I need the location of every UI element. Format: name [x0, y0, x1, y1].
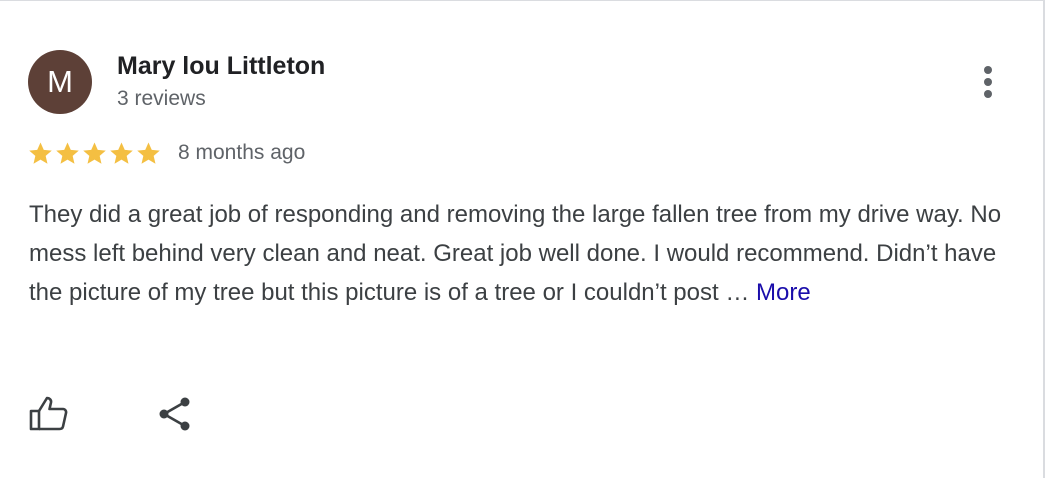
share-button[interactable]: [156, 394, 196, 434]
rating-row: 8 months ago: [27, 138, 305, 168]
star-icon: [83, 141, 106, 164]
share-icon: [159, 397, 190, 431]
more-vert-icon-dot-top: [984, 66, 992, 74]
review-count[interactable]: 3 reviews: [117, 87, 206, 111]
more-options-button[interactable]: [976, 64, 1000, 100]
star-icon: [56, 141, 79, 164]
more-link[interactable]: More: [756, 279, 811, 306]
star-rating: [27, 140, 162, 167]
star-icon: [29, 141, 52, 164]
review-body: They did a great job of responding and r…: [29, 201, 1002, 306]
like-button[interactable]: [28, 394, 70, 434]
review-card: M Mary lou Littleton 3 reviews 8 months …: [0, 0, 1045, 478]
more-vert-icon-dot-middle: [984, 78, 992, 86]
review-text: They did a great job of responding and r…: [29, 195, 1019, 312]
thumbs-up-icon: [29, 396, 68, 431]
star-icon: [110, 141, 133, 164]
star-icon: [137, 141, 160, 164]
author-name[interactable]: Mary lou Littleton: [117, 52, 325, 81]
more-vert-icon-dot-bottom: [984, 90, 992, 98]
review-date: 8 months ago: [178, 141, 306, 164]
avatar[interactable]: M: [28, 50, 92, 114]
